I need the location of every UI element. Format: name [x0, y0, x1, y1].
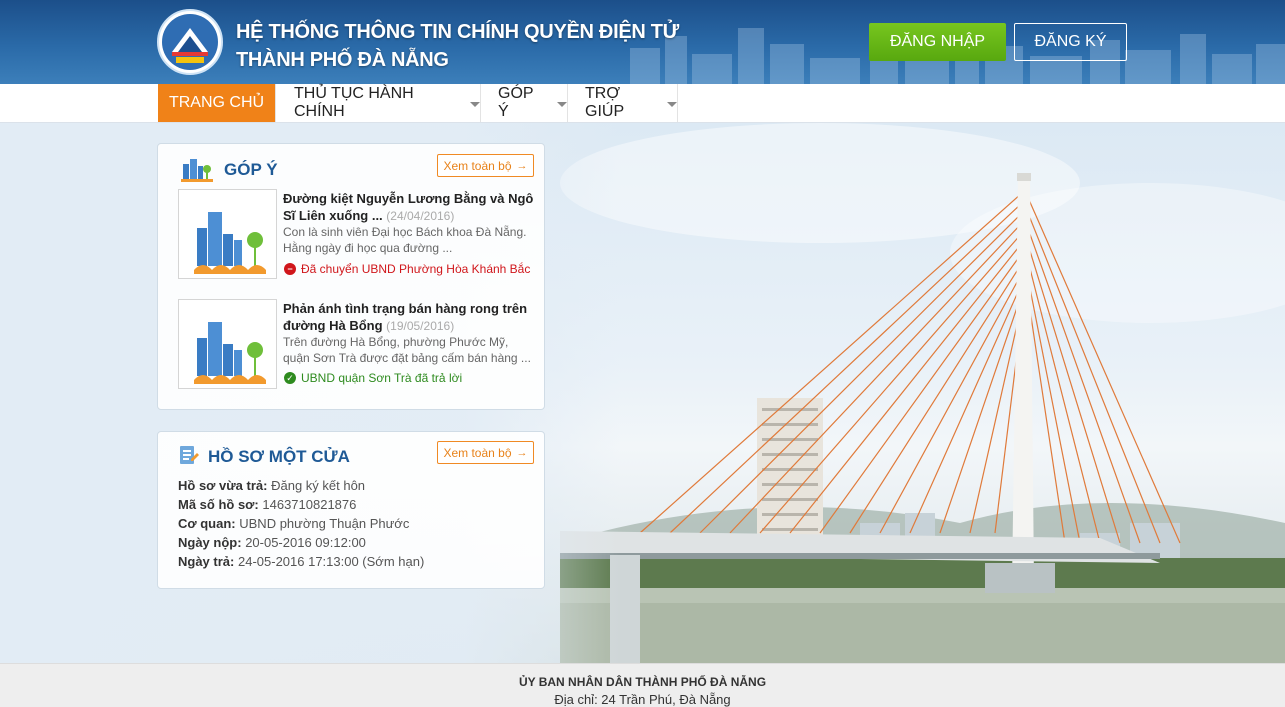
- nav-item-feedback-label: GÓP Ý: [498, 85, 534, 120]
- feedback-see-all-label: Xem toàn bộ: [443, 158, 512, 173]
- dossier-row-label: Hồ sơ vừa trả:: [178, 478, 268, 493]
- login-button[interactable]: ĐĂNG NHẬP: [869, 23, 1006, 61]
- dossier-row-value: 24-05-2016 17:13:00 (Sớm hạn): [237, 554, 425, 569]
- feedback-item-desc-line1: Con là sinh viên Đại học Bách khoa Đà Nẵ…: [283, 225, 527, 239]
- feedback-item-description: Trên đường Hà Bổng, phường Phước Mỹ, quậ…: [283, 334, 538, 366]
- feedback-item-desc-line2: Hằng ngày đi học qua đường ...: [283, 241, 453, 255]
- site-title-line2: THÀNH PHỐ ĐÀ NẴNG: [236, 49, 449, 71]
- dossier-row: Ngày trả: 24-05-2016 17:13:00 (Sớm hạn): [178, 553, 424, 570]
- feedback-item-title-line1: Đường kiệt Nguyễn Lương Bằng và Ngô: [283, 191, 534, 206]
- chevron-down-icon: [557, 101, 567, 107]
- feedback-item-status: ✓ UBND quận Sơn Trà đã trả lời: [284, 370, 462, 386]
- site-title-line1: HỆ THỐNG THÔNG TIN CHÍNH QUYỀN ĐIỆN TỬ: [236, 21, 679, 43]
- register-button[interactable]: ĐĂNG KÝ: [1014, 23, 1127, 61]
- dossier-row-label: Cơ quan:: [178, 516, 236, 531]
- chevron-down-icon: [470, 101, 480, 107]
- dossier-see-all-label: Xem toàn bộ: [443, 445, 512, 460]
- dossier-row-label: Mã số hồ sơ:: [178, 497, 259, 512]
- logo-emblem-icon: [163, 15, 217, 69]
- footer-address: Địa chỉ: 24 Trần Phú, Đà Nẵng: [554, 692, 731, 707]
- feedback-item-title-line2: Sĩ Liên xuống ...: [283, 208, 383, 223]
- dossier-row: Ngày nộp: 20-05-2016 09:12:00: [178, 534, 366, 551]
- feedback-thumbnail[interactable]: [178, 189, 277, 279]
- feedback-item-title[interactable]: Đường kiệt Nguyễn Lương Bằng và Ngô Sĩ L…: [283, 190, 538, 225]
- feedback-item-date: (19/05/2016): [386, 319, 455, 333]
- feedback-item-title[interactable]: Phản ánh tình trạng bán hàng rong trên đ…: [283, 300, 538, 335]
- nav-item-help-label: TRỢ GIÚP: [585, 85, 625, 120]
- feedback-item-desc-line2: quận Sơn Trà được đặt bảng cấm bán hàng …: [283, 351, 531, 365]
- feedback-thumbnail[interactable]: [178, 299, 277, 389]
- footer-org-name: ỦY BAN NHÂN DÂN THÀNH PHỐ ĐÀ NẴNG: [518, 675, 767, 689]
- nav-item-admin-procedures-label: THỦ TỤC HÀNH CHÍNH: [294, 85, 414, 120]
- nav-item-help[interactable]: TRỢ GIÚP: [568, 84, 678, 122]
- nav-item-admin-procedures[interactable]: THỦ TỤC HÀNH CHÍNH: [276, 84, 481, 122]
- city-logo[interactable]: [157, 9, 223, 75]
- dossier-row-value: UBND phường Thuận Phước: [239, 516, 410, 531]
- chevron-down-icon: [667, 101, 677, 107]
- dossier-see-all-button[interactable]: Xem toàn bộ →: [437, 441, 534, 464]
- dossier-row-label: Ngày nộp:: [178, 535, 242, 550]
- main-nav: TRANG CHỦ THỦ TỤC HÀNH CHÍNH GÓP Ý TRỢ G…: [0, 84, 1285, 123]
- feedback-item-status-label: UBND quận Sơn Trà đã trả lời: [301, 371, 463, 385]
- dossier-row-value: 1463710821876: [262, 497, 357, 512]
- feedback-item-status-label: Đã chuyển UBND Phường Hòa Khánh Bắc: [301, 262, 531, 276]
- dossier-panel-title: HỒ SƠ MỘT CỬA: [208, 447, 350, 466]
- nav-item-feedback[interactable]: GÓP Ý: [481, 84, 568, 122]
- nav-item-home-label: TRANG CHỦ: [168, 94, 265, 111]
- feedback-item-status: − Đã chuyển UBND Phường Hòa Khánh Bắc: [284, 261, 530, 277]
- dossier-row-value: Đăng ký kết hôn: [271, 478, 366, 493]
- dossier-row-label: Ngày trả:: [178, 554, 235, 569]
- arrow-right-icon: →: [516, 159, 528, 172]
- dossier-row: Cơ quan: UBND phường Thuận Phước: [178, 515, 409, 532]
- feedback-item-desc-line1: Trên đường Hà Bổng, phường Phước Mỹ,: [283, 335, 509, 349]
- city-buildings-icon: [181, 159, 213, 182]
- minus-circle-icon: −: [284, 263, 296, 275]
- feedback-item-title-line2: đường Hà Bổng: [283, 318, 383, 333]
- site-footer: ỦY BAN NHÂN DÂN THÀNH PHỐ ĐÀ NẴNG Địa ch…: [0, 663, 1285, 707]
- dossier-row-value: 20-05-2016 09:12:00: [245, 535, 366, 550]
- site-title: HỆ THỐNG THÔNG TIN CHÍNH QUYỀN ĐIỆN TỬ T…: [236, 18, 679, 74]
- dossier-row: Mã số hồ sơ: 1463710821876: [178, 496, 356, 513]
- site-header: HỆ THỐNG THÔNG TIN CHÍNH QUYỀN ĐIỆN TỬ T…: [0, 0, 1285, 84]
- feedback-item-date: (24/04/2016): [386, 209, 455, 223]
- arrow-right-icon: →: [516, 446, 528, 459]
- dossier-row: Hồ sơ vừa trả: Đăng ký kết hôn: [178, 477, 365, 494]
- city-buildings-icon: [194, 322, 266, 384]
- document-icon: [180, 446, 199, 464]
- feedback-item-title-line1: Phản ánh tình trạng bán hàng rong trên: [283, 301, 528, 316]
- feedback-see-all-button[interactable]: Xem toàn bộ →: [437, 154, 534, 177]
- check-circle-icon: ✓: [284, 372, 296, 384]
- city-buildings-icon: [194, 212, 266, 274]
- feedback-panel-title: GÓP Ý: [224, 160, 278, 179]
- nav-item-home[interactable]: TRANG CHỦ: [158, 84, 276, 122]
- feedback-item-description: Con là sinh viên Đại học Bách khoa Đà Nẵ…: [283, 224, 538, 256]
